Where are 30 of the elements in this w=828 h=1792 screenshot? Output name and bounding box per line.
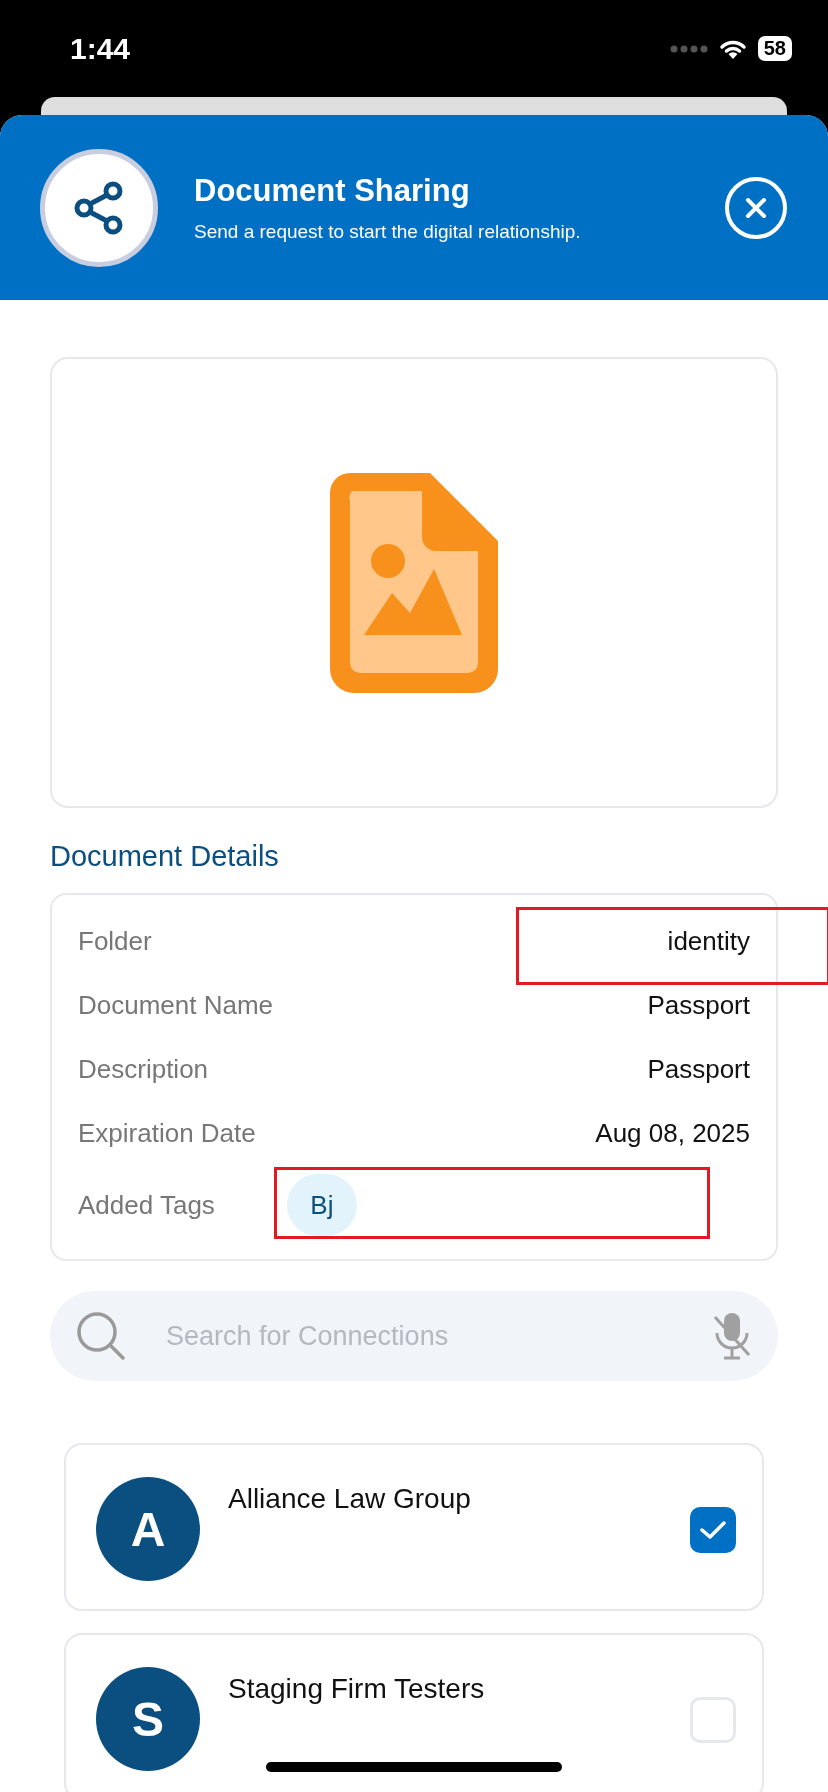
initial-avatar: S (96, 1667, 200, 1771)
share-icon (74, 180, 124, 235)
check-icon (698, 1518, 728, 1542)
connection-card[interactable]: A Alliance Law Group (64, 1443, 764, 1611)
close-button[interactable] (724, 175, 788, 240)
connection-name: Staging Firm Testers (228, 1673, 486, 1705)
detail-value: identity (667, 925, 750, 957)
detail-label: Document Name (78, 989, 274, 1021)
search-input[interactable]: Search for Connections (164, 1319, 674, 1353)
image-file-icon (330, 472, 498, 693)
detail-label: Added Tags (78, 1189, 215, 1221)
detail-value: Passport (647, 1053, 750, 1085)
connection-name: Alliance Law Group (228, 1483, 472, 1515)
section-heading: Document Details (50, 840, 280, 873)
search-field[interactable]: Search for Connections (50, 1291, 778, 1381)
detail-value: Passport (647, 989, 750, 1021)
detail-value: Aug 08, 2025 (595, 1117, 750, 1149)
detail-label: Expiration Date (78, 1117, 256, 1149)
status-time: 1:44 (70, 31, 131, 66)
initial-avatar: A (96, 1477, 200, 1581)
close-icon (724, 175, 788, 240)
search-icon (76, 1311, 126, 1361)
detail-label: Description (78, 1053, 209, 1085)
signal-icon (669, 44, 708, 53)
detail-label: Folder (78, 925, 152, 957)
checkbox[interactable] (690, 1507, 736, 1553)
tag-chip: Bj (286, 1174, 357, 1236)
sheet-subtitle: Send a request to start the digital relationship. (194, 220, 582, 243)
battery-level: 58 (757, 36, 792, 61)
sheet-title: Document Sharing (194, 172, 471, 209)
